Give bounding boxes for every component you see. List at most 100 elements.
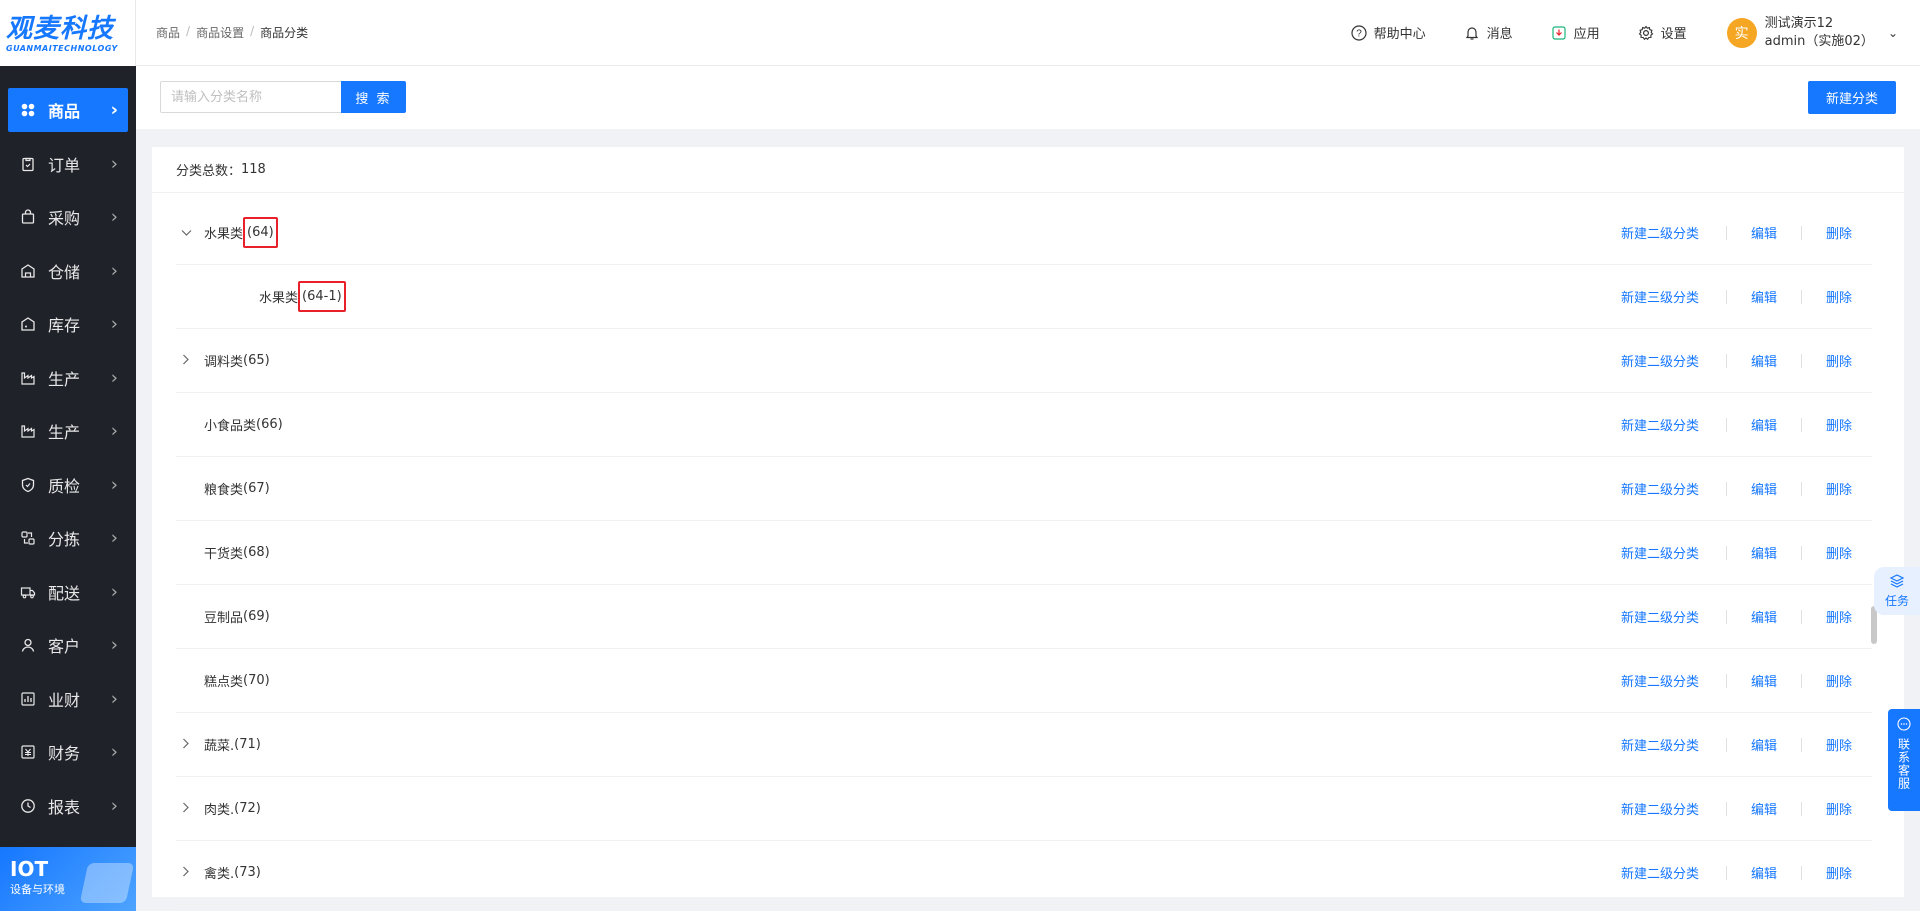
row-actions: 新建二级分类 编辑 删除 <box>1618 671 1852 690</box>
sidebar-item-5[interactable]: 生产 › <box>8 356 128 400</box>
messages-button[interactable]: 消息 <box>1464 23 1513 42</box>
category-name: 蔬菜. (71) <box>204 735 261 754</box>
delete-button[interactable]: 删除 <box>1826 479 1852 498</box>
add-level2-category-button[interactable]: 新建二级分类 <box>1618 735 1702 754</box>
add-level2-category-button[interactable]: 新建二级分类 <box>1618 863 1702 882</box>
edit-button[interactable]: 编辑 <box>1751 671 1777 690</box>
edit-button[interactable]: 编辑 <box>1751 287 1777 306</box>
delete-button[interactable]: 删除 <box>1826 351 1852 370</box>
add-level2-category-button[interactable]: 新建二级分类 <box>1618 607 1702 626</box>
sidebar-item-1[interactable]: 订单 › <box>8 142 128 186</box>
category-name: 小食品类 (66) <box>204 415 283 434</box>
chevron-right-icon[interactable] <box>180 354 192 368</box>
clipboard-icon <box>20 156 36 172</box>
divider <box>1725 801 1727 816</box>
sidebar-item-2[interactable]: 采购 › <box>8 195 128 239</box>
row-actions: 新建二级分类 编辑 删除 <box>1618 607 1852 626</box>
edit-button[interactable]: 编辑 <box>1751 479 1777 498</box>
category-code: (64-1) <box>298 281 346 312</box>
help-center-label: 帮助中心 <box>1373 27 1426 42</box>
sidebar-item-11[interactable]: 业财 › <box>8 677 128 721</box>
chevron-down-icon[interactable] <box>180 226 192 240</box>
sidebar-item-12[interactable]: 财务 › <box>8 730 128 774</box>
chevron-right-icon[interactable] <box>180 866 192 880</box>
user-menu[interactable]: 实 测试演示12 admin（实施02） ⌄ <box>1726 15 1898 51</box>
sidebar-item-13[interactable]: 报表 › <box>8 784 128 828</box>
category-code: (66) <box>256 417 283 432</box>
add-level3-category-button[interactable]: 新建三级分类 <box>1618 287 1702 306</box>
category-code: (64) <box>243 217 278 248</box>
edit-button[interactable]: 编辑 <box>1751 223 1777 242</box>
sidebar-item-6[interactable]: 生产 › <box>8 409 128 453</box>
logo-text: 观麦科技 <box>6 13 115 44</box>
settings-label: 设置 <box>1660 27 1687 42</box>
edit-button[interactable]: 编辑 <box>1751 415 1777 434</box>
sidebar-item-4[interactable]: 库存 › <box>8 302 128 346</box>
task-widget[interactable]: 任务 <box>1874 567 1920 615</box>
add-level2-category-button[interactable]: 新建二级分类 <box>1618 415 1702 434</box>
chevron-right-icon: › <box>110 795 118 816</box>
category-label: 肉类. <box>204 803 235 818</box>
sidebar-item-10[interactable]: 客户 › <box>8 623 128 667</box>
sidebar-item-7[interactable]: 质检 › <box>8 463 128 507</box>
row-actions: 新建二级分类 编辑 删除 <box>1618 415 1852 434</box>
search-input[interactable] <box>160 81 342 113</box>
delete-button[interactable]: 删除 <box>1826 735 1852 754</box>
apps-button[interactable]: 应用 <box>1551 23 1600 42</box>
edit-button[interactable]: 编辑 <box>1751 799 1777 818</box>
add-level2-category-button[interactable]: 新建二级分类 <box>1618 799 1702 818</box>
chevron-right-icon: › <box>110 688 118 709</box>
settings-button[interactable]: 设置 <box>1638 23 1687 42</box>
delete-button[interactable]: 删除 <box>1826 799 1852 818</box>
category-label: 水果类 <box>204 227 244 242</box>
delete-button[interactable]: 删除 <box>1826 543 1852 562</box>
user-name: 测试演示12 <box>1764 15 1834 31</box>
sidebar-item-8[interactable]: 分拣 › <box>8 516 128 560</box>
category-label: 豆制品 <box>204 611 244 626</box>
delete-button[interactable]: 删除 <box>1826 223 1852 242</box>
chevron-down-icon[interactable]: ⌄ <box>1888 26 1898 40</box>
category-label: 糕点类 <box>204 675 244 690</box>
breadcrumb-item-goods[interactable]: 商品 <box>156 24 180 41</box>
edit-button[interactable]: 编辑 <box>1751 351 1777 370</box>
help-center-button[interactable]: ? 帮助中心 <box>1350 23 1426 42</box>
edit-button[interactable]: 编辑 <box>1751 607 1777 626</box>
warehouse-icon <box>20 263 36 279</box>
delete-button[interactable]: 删除 <box>1826 415 1852 434</box>
sidebar-item-label: 采购 <box>48 209 81 228</box>
breadcrumb: 商品 / 商品设置 / 商品分类 <box>156 24 308 41</box>
sidebar-item-9[interactable]: 配送 › <box>8 570 128 614</box>
add-level2-category-button[interactable]: 新建二级分类 <box>1618 543 1702 562</box>
search-button[interactable]: 搜 索 <box>341 81 406 113</box>
contact-support-widget[interactable]: 联系客服 <box>1888 709 1920 811</box>
edit-button[interactable]: 编辑 <box>1751 543 1777 562</box>
category-label: 干货类 <box>204 547 244 562</box>
add-level2-category-button[interactable]: 新建二级分类 <box>1618 223 1702 242</box>
sidebar-item-0[interactable]: 商品 › <box>8 88 128 132</box>
delete-button[interactable]: 删除 <box>1826 607 1852 626</box>
delete-button[interactable]: 删除 <box>1826 863 1852 882</box>
iot-banner[interactable]: IOT 设备与环境 <box>0 847 136 911</box>
sidebar-item-3[interactable]: 仓储 › <box>8 249 128 293</box>
chevron-right-icon[interactable] <box>180 802 192 816</box>
delete-button[interactable]: 删除 <box>1826 671 1852 690</box>
category-row: 糕点类 (70) 新建二级分类 编辑 删除 <box>176 649 1872 713</box>
breadcrumb-item-goods-settings[interactable]: 商品设置 <box>196 24 244 41</box>
edit-button[interactable]: 编辑 <box>1751 863 1777 882</box>
delete-button[interactable]: 删除 <box>1826 287 1852 306</box>
logo[interactable]: 观麦科技 GUANMAITECHNOLOGY <box>0 0 136 66</box>
add-level2-category-button[interactable]: 新建二级分类 <box>1618 479 1702 498</box>
category-label: 蔬菜. <box>204 739 235 754</box>
add-level2-category-button[interactable]: 新建二级分类 <box>1618 671 1702 690</box>
add-level2-category-button[interactable]: 新建二级分类 <box>1618 351 1702 370</box>
breadcrumb-separator: / <box>186 24 191 38</box>
messages-label: 消息 <box>1486 27 1513 42</box>
chevron-right-icon: › <box>110 313 118 335</box>
divider <box>1800 417 1802 432</box>
edit-button[interactable]: 编辑 <box>1751 735 1777 754</box>
category-code: (65) <box>243 353 270 368</box>
chevron-right-icon[interactable] <box>180 738 192 752</box>
category-name: 水果类 (64-1) <box>259 281 346 312</box>
new-category-button[interactable]: 新建分类 <box>1808 81 1896 114</box>
task-label: 任务 <box>1884 594 1909 608</box>
